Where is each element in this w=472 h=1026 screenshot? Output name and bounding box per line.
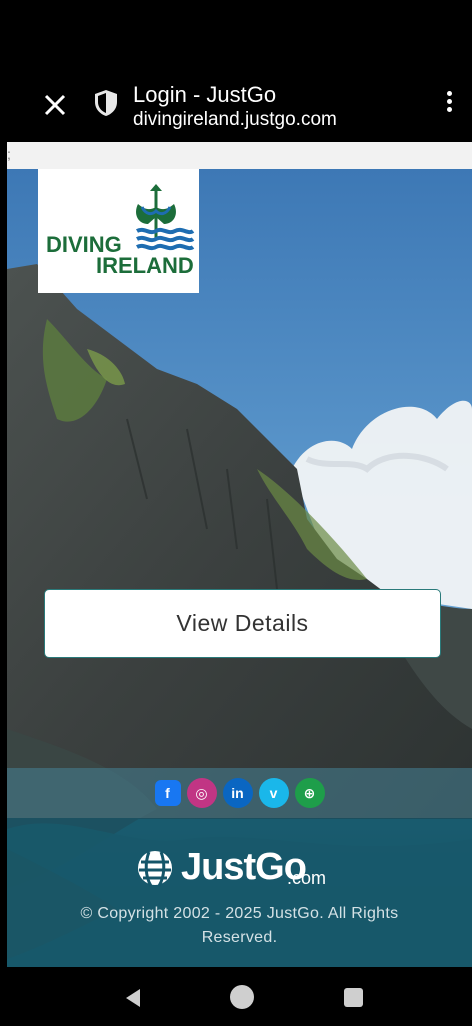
justgo-brand[interactable]: JustGo .com bbox=[135, 846, 355, 892]
browser-title-block: Login - JustGo divingireland.justgo.com bbox=[133, 82, 337, 131]
strip-mark: ; bbox=[7, 146, 11, 162]
linkedin-icon[interactable]: in bbox=[222, 778, 253, 808]
view-details-button[interactable]: View Details bbox=[44, 589, 441, 658]
facebook-icon[interactable]: f bbox=[154, 780, 181, 806]
globe-icon[interactable]: ⊕ bbox=[294, 778, 325, 808]
diving-ireland-logo[interactable]: DIVING IRELAND bbox=[38, 169, 199, 293]
justgo-globe-icon bbox=[138, 851, 172, 887]
instagram-icon[interactable]: ◎ bbox=[186, 778, 217, 808]
web-content: ; DIVING IRELAND View Details f ◎ in v ⊕… bbox=[7, 142, 472, 967]
shield-icon[interactable] bbox=[92, 88, 120, 118]
page-title: Login - JustGo bbox=[133, 82, 277, 107]
logo-line-2: IRELAND bbox=[96, 253, 194, 278]
copyright-text: © Copyright 2002 - 2025 JustGo. All Righ… bbox=[80, 905, 399, 946]
back-icon[interactable] bbox=[122, 987, 144, 1014]
vimeo-icon[interactable]: v bbox=[258, 778, 289, 808]
social-links-bar: f ◎ in v ⊕ bbox=[7, 768, 472, 818]
home-icon[interactable] bbox=[230, 985, 254, 1009]
page-url: divingireland.justgo.com bbox=[133, 109, 337, 130]
status-bar bbox=[0, 0, 472, 75]
recent-apps-icon[interactable] bbox=[344, 988, 363, 1007]
close-icon[interactable] bbox=[38, 88, 72, 122]
more-options-icon[interactable] bbox=[440, 88, 458, 122]
top-strip: ; bbox=[7, 142, 472, 169]
brand-suffix: .com bbox=[287, 868, 327, 888]
footer: JustGo .com © Copyright 2002 - 2025 Just… bbox=[7, 818, 472, 967]
